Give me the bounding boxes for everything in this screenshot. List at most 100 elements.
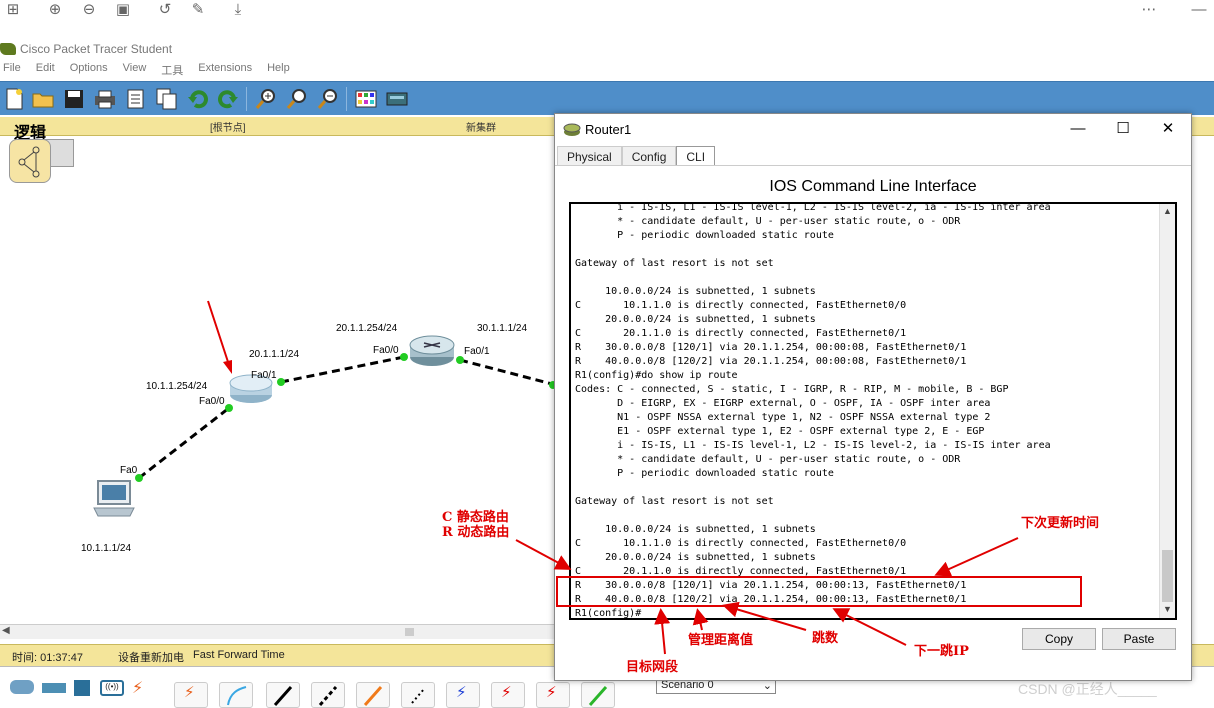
cli-terminal[interactable]: i - IS-IS, L1 - IS-IS level-1, L2 - IS-I… bbox=[569, 202, 1177, 620]
root-node-label[interactable]: [根节点] bbox=[210, 119, 246, 134]
window-tabs: Physical Config CLI bbox=[557, 146, 716, 166]
fit-icon[interactable]: ▣ bbox=[114, 1, 132, 19]
cli-line: * - candidate default, U - per-user stat… bbox=[575, 454, 961, 465]
cli-line: R1(config)#do show ip route bbox=[575, 370, 738, 381]
straight-cable-icon[interactable] bbox=[266, 682, 300, 708]
paste-button[interactable]: Paste bbox=[1102, 628, 1176, 650]
more-icon[interactable]: ⋯ bbox=[1140, 1, 1158, 19]
cli-line: E1 - OSPF external type 1, E2 - OSPF ext… bbox=[575, 426, 985, 437]
connections-category-icon[interactable]: ⚡ bbox=[132, 678, 143, 698]
r2-fa01-label: Fa0/1 bbox=[464, 346, 490, 357]
cli-line bbox=[575, 243, 1161, 257]
annotation-dynamic-route: R 动态路由 bbox=[442, 525, 510, 540]
scroll-up-icon[interactable]: ▲ bbox=[1163, 206, 1172, 216]
zoom-reset-icon[interactable] bbox=[285, 87, 309, 111]
power-cycle-button[interactable]: 设备重新加电 bbox=[118, 649, 184, 665]
copy-button[interactable]: Copy bbox=[1022, 628, 1096, 650]
r1-fa01-label: Fa0/1 bbox=[251, 370, 277, 381]
zoom-in-tool-icon[interactable] bbox=[254, 87, 278, 111]
save-icon[interactable] bbox=[62, 87, 86, 111]
cli-line: 10.0.0.0/24 is subnetted, 1 subnets bbox=[575, 286, 816, 297]
close-button[interactable]: ✕ bbox=[1153, 118, 1183, 140]
r2-fa00-ip-label: 20.1.1.254/24 bbox=[336, 323, 398, 334]
packet-tracer-logo-icon bbox=[0, 43, 16, 55]
redo-icon[interactable] bbox=[216, 87, 240, 111]
router-category-icon[interactable] bbox=[10, 680, 34, 694]
hub-category-icon[interactable] bbox=[74, 680, 90, 696]
cli-line: P - periodic downloaded static route bbox=[575, 468, 834, 479]
minimize-icon[interactable]: — bbox=[1190, 1, 1208, 19]
menu-file[interactable]: File bbox=[0, 62, 33, 78]
custom-device-icon[interactable] bbox=[385, 87, 409, 111]
connection-auto-icon[interactable]: ⚡ bbox=[174, 682, 208, 708]
cli-line bbox=[575, 271, 1161, 285]
serial-dte-cable-icon[interactable]: ⚡ bbox=[536, 682, 570, 708]
maximize-button[interactable]: ☐ bbox=[1108, 118, 1138, 140]
cli-output[interactable]: i - IS-IS, L1 - IS-IS level-1, L2 - IS-I… bbox=[575, 204, 1161, 618]
cli-scroll-thumb[interactable] bbox=[1162, 550, 1173, 602]
r2-fa01-ip-label: 30.1.1.1/24 bbox=[477, 323, 528, 334]
cli-heading: IOS Command Line Interface bbox=[769, 178, 977, 195]
cli-line: N1 - OSPF NSSA external type 1, N2 - OSP… bbox=[575, 412, 991, 423]
zoom-out-icon[interactable]: ⊖ bbox=[80, 1, 98, 19]
tab-cli[interactable]: CLI bbox=[676, 146, 716, 166]
new-cluster-label[interactable]: 新集群 bbox=[466, 119, 496, 134]
undo-icon[interactable] bbox=[186, 87, 210, 111]
menu-extensions[interactable]: Extensions bbox=[195, 62, 264, 78]
fast-forward-button[interactable]: Fast Forward Time bbox=[193, 649, 285, 661]
annotation-admin-distance: 管理距离值 bbox=[688, 633, 754, 648]
scroll-thumb[interactable] bbox=[405, 628, 414, 636]
crossover-cable-icon[interactable] bbox=[311, 682, 345, 708]
canvas-horizontal-scrollbar[interactable]: ◀ bbox=[0, 624, 556, 639]
download-icon[interactable]: ⤓ bbox=[229, 1, 247, 19]
activity-wizard-icon[interactable] bbox=[124, 87, 148, 111]
menu-tools[interactable]: 工具 bbox=[158, 62, 195, 78]
scroll-down-icon[interactable]: ▼ bbox=[1163, 604, 1172, 614]
console-cable-icon[interactable] bbox=[219, 682, 253, 708]
cli-line: Gateway of last resort is not set bbox=[575, 496, 774, 507]
serial-dce-cable-icon[interactable]: ⚡ bbox=[491, 682, 525, 708]
window-title-bar[interactable]: Router1 — ☐ ✕ bbox=[555, 114, 1191, 144]
new-file-icon[interactable] bbox=[2, 87, 26, 111]
menu-options[interactable]: Options bbox=[67, 62, 120, 78]
open-folder-icon[interactable] bbox=[31, 87, 55, 111]
rotate-icon[interactable]: ↺ bbox=[156, 1, 174, 19]
tab-config[interactable]: Config bbox=[621, 146, 677, 166]
app-grid-icon[interactable]: ⊞ bbox=[4, 1, 22, 19]
cli-line: * - candidate default, U - per-user stat… bbox=[575, 216, 961, 227]
app-title: Cisco Packet Tracer Student bbox=[20, 42, 173, 56]
logical-view-icon[interactable] bbox=[9, 139, 51, 183]
sim-time: 时间: 01:37:47 bbox=[12, 652, 83, 664]
coaxial-cable-icon[interactable]: ⚡ bbox=[446, 682, 480, 708]
tab-physical[interactable]: Physical bbox=[557, 146, 622, 166]
cli-line: C 10.1.1.0 is directly connected, FastEt… bbox=[575, 300, 907, 311]
menu-edit[interactable]: Edit bbox=[33, 62, 67, 78]
usb-cable-icon[interactable] bbox=[581, 682, 615, 708]
pc-port-label: Fa0 bbox=[120, 465, 138, 476]
palette-icon[interactable] bbox=[354, 87, 378, 111]
switch-category-icon[interactable] bbox=[42, 683, 66, 693]
fiber-cable-icon[interactable] bbox=[356, 682, 390, 708]
cli-vertical-scrollbar[interactable]: ▲ ▼ bbox=[1159, 204, 1175, 618]
cli-line: 20.0.0.0/24 is subnetted, 1 subnets bbox=[575, 552, 816, 563]
wireless-category-icon[interactable]: ((•)) bbox=[100, 680, 124, 696]
scroll-left-icon[interactable]: ◀ bbox=[2, 625, 10, 636]
zoom-out-tool-icon[interactable] bbox=[316, 87, 340, 111]
os-toolbar: ⊞ ⊕ ⊖ ▣ ↺ ✎ ⤓ ⋯ — bbox=[0, 0, 1214, 22]
cli-line: Gateway of last resort is not set bbox=[575, 258, 774, 269]
cli-line: i - IS-IS, L1 - IS-IS level-1, L2 - IS-I… bbox=[575, 440, 1051, 451]
cli-line bbox=[575, 481, 1161, 495]
edit-icon[interactable]: ✎ bbox=[189, 1, 207, 19]
r1-lan-ip-label: 10.1.1.254/24 bbox=[146, 381, 208, 392]
screen: ⊞ ⊕ ⊖ ▣ ↺ ✎ ⤓ ⋯ — Cisco Packet Tracer St… bbox=[0, 0, 1214, 708]
cli-line: Codes: C - connected, S - static, I - IG… bbox=[575, 384, 1009, 395]
copy-icon[interactable] bbox=[155, 87, 179, 111]
menu-view[interactable]: View bbox=[120, 62, 159, 78]
annotation-next-hop: 下一跳IP bbox=[914, 644, 969, 659]
menu-help[interactable]: Help bbox=[264, 62, 302, 78]
print-icon[interactable] bbox=[93, 87, 117, 111]
minimize-button[interactable]: — bbox=[1063, 118, 1093, 140]
r2-fa00-label: Fa0/0 bbox=[373, 345, 399, 356]
zoom-in-icon[interactable]: ⊕ bbox=[46, 1, 64, 19]
phone-cable-icon[interactable] bbox=[401, 682, 435, 708]
